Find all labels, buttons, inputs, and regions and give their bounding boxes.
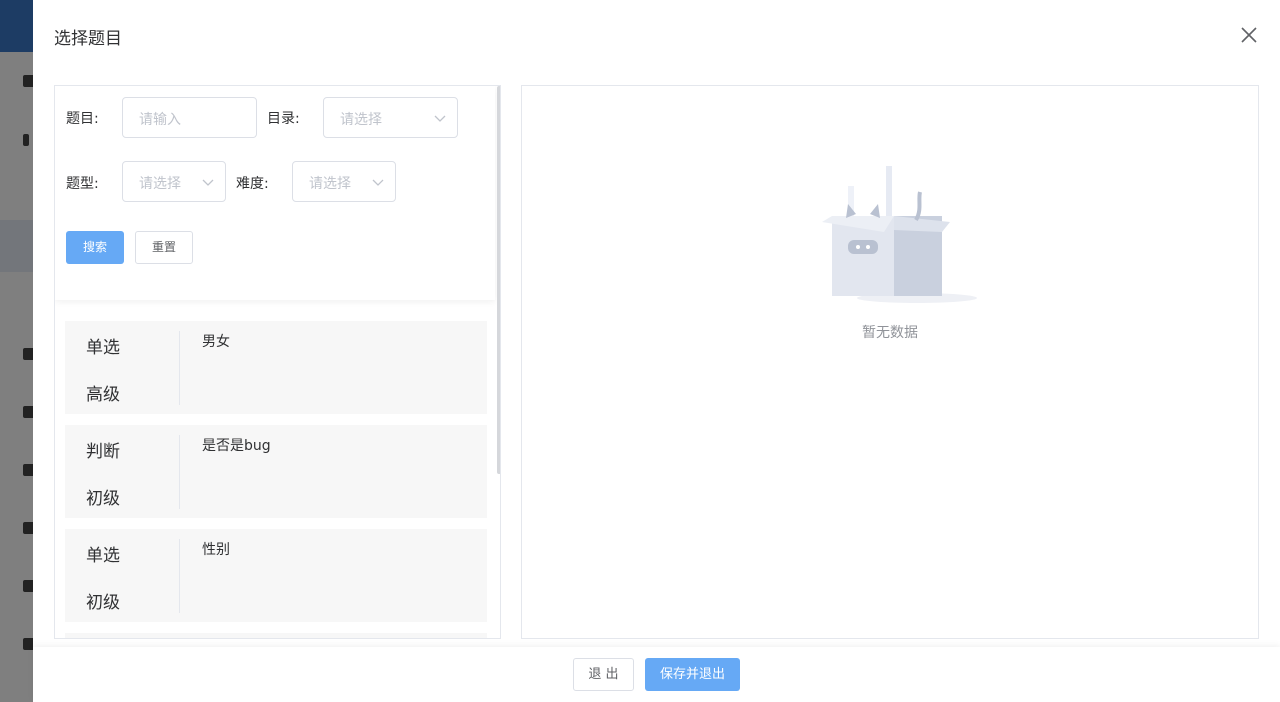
title-search-input[interactable]: 请输入 xyxy=(122,97,257,138)
difficulty-filter-label: 难度: xyxy=(236,176,269,192)
catalog-filter-label: 目录: xyxy=(267,111,300,127)
question-type: 判断 xyxy=(86,442,120,462)
catalog-select-placeholder: 请选择 xyxy=(340,112,382,128)
question-item[interactable]: 判断 初级 是否是bug xyxy=(65,425,487,518)
question-item[interactable]: 单选 初级 性别 xyxy=(65,529,487,622)
filter-form: 题目: 请输入 目录: 请选择 题型: 请选择 难度: 请选择 搜索 重置 xyxy=(55,86,495,300)
chevron-down-icon xyxy=(202,179,214,186)
chevron-down-icon xyxy=(372,179,384,186)
question-item-partial[interactable] xyxy=(65,633,487,638)
title-filter-label: 题目: xyxy=(66,111,99,127)
dialog-title: 选择题目 xyxy=(54,29,122,49)
question-type: 单选 xyxy=(86,546,120,566)
question-divider xyxy=(179,539,180,613)
dialog-footer: 退 出 保存并退出 xyxy=(33,647,1280,702)
chevron-down-icon xyxy=(434,115,446,122)
type-filter-label: 题型: xyxy=(66,176,99,192)
reset-button[interactable]: 重置 xyxy=(135,231,193,264)
question-title: 是否是bug xyxy=(202,438,271,454)
question-item[interactable]: 单选 高级 男女 xyxy=(65,321,487,414)
difficulty-select-placeholder: 请选择 xyxy=(309,176,351,192)
selected-questions-panel: 暂无数据 xyxy=(521,85,1259,639)
type-select[interactable]: 请选择 xyxy=(122,161,226,202)
empty-box-illustration xyxy=(822,166,977,303)
select-question-dialog: 选择题目 题目: 请输入 目录: 请选择 题型: 请选择 难度: 请选择 搜索 … xyxy=(33,0,1280,702)
list-scrollbar[interactable] xyxy=(497,86,500,474)
question-level: 初级 xyxy=(86,489,120,509)
question-level: 高级 xyxy=(86,385,120,405)
question-list-panel: 题目: 请输入 目录: 请选择 题型: 请选择 难度: 请选择 搜索 重置 单选… xyxy=(54,85,501,639)
dialog-header: 选择题目 xyxy=(33,0,1280,72)
difficulty-select[interactable]: 请选择 xyxy=(292,161,396,202)
close-icon[interactable] xyxy=(1240,26,1258,44)
empty-state-text: 暂无数据 xyxy=(862,325,918,341)
question-title: 性别 xyxy=(202,542,230,558)
save-and-exit-button[interactable]: 保存并退出 xyxy=(645,658,740,691)
title-search-placeholder: 请输入 xyxy=(139,112,181,128)
type-select-placeholder: 请选择 xyxy=(139,176,181,192)
question-type: 单选 xyxy=(86,338,120,358)
exit-button[interactable]: 退 出 xyxy=(573,658,634,691)
question-level: 初级 xyxy=(86,593,120,613)
question-divider xyxy=(179,331,180,405)
catalog-select[interactable]: 请选择 xyxy=(323,97,458,138)
question-title: 男女 xyxy=(202,334,230,350)
search-button[interactable]: 搜索 xyxy=(66,231,124,264)
question-divider xyxy=(179,435,180,509)
